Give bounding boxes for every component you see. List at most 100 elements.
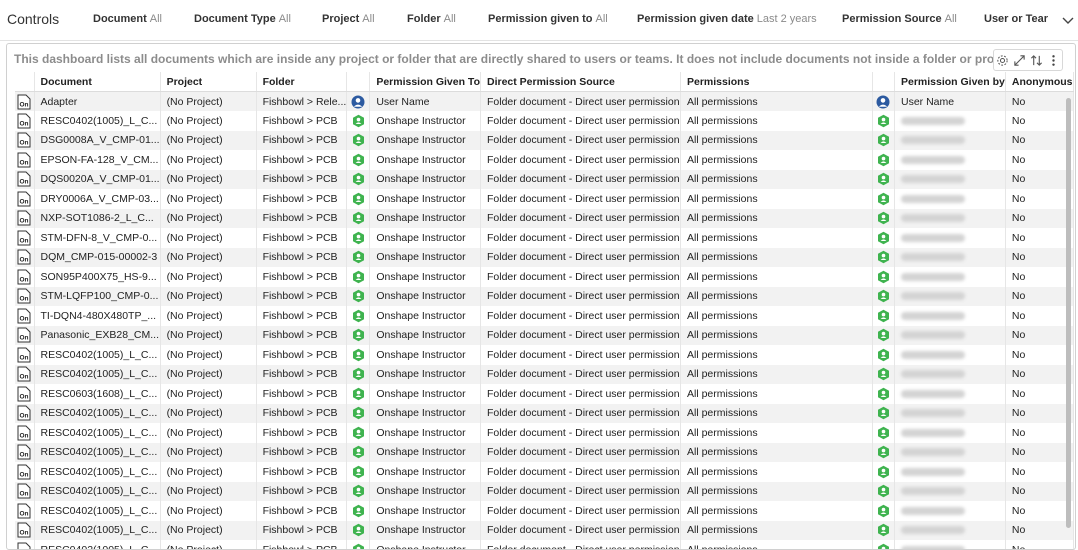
permissions-value: All permissions (680, 540, 873, 549)
column-header[interactable]: Anonymous (1005, 72, 1074, 92)
column-header[interactable]: Permission Given by (894, 72, 1006, 92)
filter-user-or-team[interactable]: User or Tear (984, 13, 1051, 25)
settings-icon[interactable] (996, 54, 1009, 67)
table-row[interactable]: On TI-DQN4-480X480TP_... (No Project) Fishb… (15, 306, 1074, 326)
project-name: (No Project) (160, 403, 257, 423)
direct-permission-source: Folder document - Direct user permission (480, 208, 681, 228)
column-header[interactable] (872, 72, 895, 92)
document-name[interactable]: TI-DQN4-480X480TP_... (34, 306, 161, 326)
document-name[interactable]: RESC0402(1005)_L_C... (34, 403, 161, 423)
document-name[interactable]: RESC0402(1005)_L_C... (34, 481, 161, 501)
table-row[interactable]: On DRY0006A_V_CMP-03... (No Project) Fishbo… (15, 189, 1074, 209)
document-name[interactable]: Panasonic_EXB28_CM... (34, 325, 161, 345)
document-name[interactable]: DQS0020A_V_CMP-01... (34, 169, 161, 189)
sort-icon[interactable] (1030, 54, 1043, 67)
permissions-value: All permissions (680, 208, 873, 228)
document-icon: On (15, 267, 35, 287)
table-row[interactable]: On Panasonic_EXB28_CM... (No Project) Fishb… (15, 325, 1074, 345)
table-row[interactable]: OnRESC0402(1005)_L_C...(No Project)Fishb… (15, 540, 1074, 549)
permissions-value: All permissions (680, 481, 873, 501)
permission-given-to: Onshape Instructor (369, 150, 481, 170)
document-name[interactable]: RESC0603(1608)_L_C... (34, 384, 161, 404)
chevron-down-icon[interactable] (1062, 14, 1074, 26)
anonymous-value: No (1005, 306, 1074, 326)
filter-permission-given-to[interactable]: Permission given to All (488, 13, 608, 25)
permission-given-to: Onshape Instructor (369, 208, 481, 228)
more-options-icon[interactable] (1047, 54, 1060, 67)
table-row[interactable]: On DQS0020A_V_CMP-01... (No Project) Fishbo… (15, 169, 1074, 189)
folder-path: Fishbowl > PCB (256, 403, 348, 423)
column-header[interactable]: Document (34, 72, 161, 92)
table-row[interactable]: OnRESC0402(1005)_L_C...(No Project)Fishb… (15, 442, 1074, 462)
column-header[interactable]: Folder (256, 72, 348, 92)
table-row[interactable]: OnRESC0402(1005)_L_C...(No Project)Fishb… (15, 481, 1074, 501)
document-name[interactable]: RESC0402(1005)_L_C... (34, 501, 161, 521)
table-row[interactable]: OnRESC0402(1005)_L_C...(No Project)Fishb… (15, 520, 1074, 540)
document-name[interactable]: RESC0402(1005)_L_C... (34, 442, 161, 462)
document-name[interactable]: RESC0402(1005)_L_C... (34, 540, 161, 549)
table-row[interactable]: On STM-LQFP100_CMP-0... (No Project) Fishbo… (15, 286, 1074, 306)
document-name[interactable]: STM-LQFP100_CMP-0... (34, 286, 161, 306)
table-row[interactable]: OnRESC0402(1005)_L_C...(No Project)Fishb… (15, 364, 1074, 384)
permission-given-to: Onshape Instructor (369, 345, 481, 365)
folder-path: Fishbowl > PCB (256, 111, 348, 131)
document-name[interactable]: STM-DFN-8_V_CMP-0... (34, 228, 161, 248)
table-row[interactable]: OnRESC0402(1005)_L_C...(No Project)Fishb… (15, 403, 1074, 423)
filter-project[interactable]: Project All (322, 13, 375, 25)
redacted-name (900, 214, 965, 223)
project-name: (No Project) (160, 286, 257, 306)
permission-given-to: Onshape Instructor (369, 286, 481, 306)
direct-permission-source: Folder document - Direct user permission (480, 306, 681, 326)
filter-permission-given-date[interactable]: Permission given date Last 2 years (637, 13, 817, 25)
permission-given-by (894, 481, 1006, 501)
document-name[interactable]: RESC0402(1005)_L_C... (34, 520, 161, 540)
permission-given-by (894, 169, 1006, 189)
table-row[interactable]: OnRESC0402(1005)_L_C...(No Project)Fishb… (15, 345, 1074, 365)
table-row[interactable]: On SON95P400X75_HS-9... (No Project) Fishbo… (15, 267, 1074, 287)
permission-given-to: Onshape Instructor (369, 325, 481, 345)
folder-path: Fishbowl > PCB (256, 208, 348, 228)
document-name[interactable]: RESC0402(1005)_L_C... (34, 111, 161, 131)
table-row[interactable]: OnRESC0402(1005)_L_C...(No Project)Fishb… (15, 423, 1074, 443)
document-name[interactable]: DRY0006A_V_CMP-03... (34, 189, 161, 209)
table-row[interactable]: On EPSON-FA-128_V_CM... (No Project) Fishbo… (15, 150, 1074, 170)
permission-given-by (894, 325, 1006, 345)
vertical-scrollbar[interactable] (1066, 98, 1071, 528)
table-row[interactable]: On RESC0603(1608)_L_C... (No Project) Fishb… (15, 384, 1074, 404)
table-row[interactable]: On DQM_CMP-015-00002-3 (No Project) Fishbow… (15, 247, 1074, 267)
filter-value: All (149, 13, 163, 25)
table-row[interactable]: OnRESC0402(1005)_L_C...(No Project)Fishb… (15, 501, 1074, 521)
filter-folder[interactable]: Folder All (407, 13, 456, 25)
redacted-name (900, 487, 965, 496)
filter-permission-source[interactable]: Permission Source All (842, 13, 957, 25)
column-header[interactable] (346, 72, 371, 92)
table-row[interactable]: OnRESC0402(1005)_L_C...(No Project)Fishb… (15, 462, 1074, 482)
document-name[interactable]: RESC0402(1005)_L_C... (34, 423, 161, 443)
project-name: (No Project) (160, 364, 257, 384)
document-name[interactable]: EPSON-FA-128_V_CM... (34, 150, 161, 170)
document-name[interactable]: NXP-SOT1086-2_L_C... (34, 208, 161, 228)
document-name[interactable]: RESC0402(1005)_L_C... (34, 345, 161, 365)
document-name[interactable]: SON95P400X75_HS-9... (34, 267, 161, 287)
table-row[interactable]: On Adapter (No Project) Fishbowl > Rele... U… (15, 91, 1074, 111)
document-name[interactable]: Adapter (34, 91, 161, 111)
expand-icon[interactable] (1013, 54, 1026, 67)
filter-document-type[interactable]: Document Type All (194, 13, 291, 25)
table-row[interactable]: OnRESC0402(1005)_L_C...(No Project)Fishb… (15, 111, 1074, 131)
direct-permission-source: Folder document - Direct user permission (480, 189, 681, 209)
filter-document[interactable]: Document All (93, 13, 162, 25)
document-name[interactable]: RESC0402(1005)_L_C... (34, 462, 161, 482)
document-name[interactable]: RESC0402(1005)_L_C... (34, 364, 161, 384)
column-header[interactable]: Direct Permission Source (480, 72, 681, 92)
document-name[interactable]: DSG0008A_V_CMP-01... (34, 130, 161, 150)
table-row[interactable]: On STM-DFN-8_V_CMP-0... (No Project) Fishbo… (15, 228, 1074, 248)
document-name[interactable]: DQM_CMP-015-00002-3 (34, 247, 161, 267)
permission-given-by (894, 286, 1006, 306)
redacted-name (900, 311, 965, 320)
table-row[interactable]: On NXP-SOT1086-2_L_C... (No Project) Fishbo… (15, 208, 1074, 228)
table-row[interactable]: On DSG0008A_V_CMP-01... (No Project) Fishbo… (15, 130, 1074, 150)
column-header[interactable]: Permission Given To (369, 72, 481, 92)
column-header[interactable]: Project (160, 72, 257, 92)
column-header[interactable]: Permissions (680, 72, 873, 92)
team-hex-icon (346, 481, 371, 501)
